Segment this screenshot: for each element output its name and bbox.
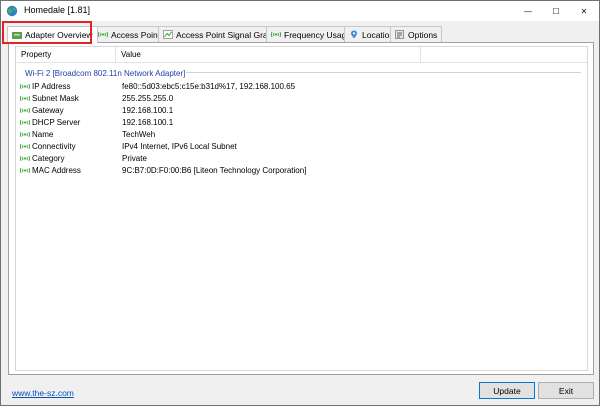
tab-label: Options <box>408 29 438 40</box>
property-value: Private <box>122 153 147 163</box>
property-value: 192.168.100.1 <box>122 117 174 127</box>
property-value: IPv4 Internet, IPv6 Local Subnet <box>122 141 237 151</box>
table-row[interactable]: Gateway 192.168.100.1 <box>16 104 587 116</box>
adapter-group-label: Wi-Fi 2 [Broadcom 802.11n Network Adapte… <box>25 68 186 78</box>
tab-label: Frequency Usage <box>284 29 352 40</box>
column-header-value[interactable]: Value <box>116 47 421 63</box>
signal-icon <box>20 143 30 149</box>
property-name: Gateway <box>32 105 64 115</box>
title-bar[interactable]: Homedale [1.81] — ☐ ✕ <box>1 1 599 21</box>
table-row[interactable]: MAC Address 9C:B7:0D:F0:00:B6 [Liteon Te… <box>16 164 587 176</box>
property-value: fe80::5d03:ebc5:c15e:b31d%17, 192.168.10… <box>122 81 296 91</box>
property-value: 9C:B7:0D:F0:00:B6 [Liteon Technology Cor… <box>122 165 307 175</box>
minimize-icon: — <box>524 6 532 16</box>
property-grid[interactable]: Property Value Wi-Fi 2 [Broadcom 802.11n… <box>15 46 588 371</box>
app-globe-icon <box>6 5 18 17</box>
signal-icon <box>98 31 108 38</box>
tab-label: Access Point Signal Graph <box>176 29 278 40</box>
property-name: IP Address <box>32 81 71 91</box>
maximize-icon: ☐ <box>552 6 560 16</box>
window-title: Homedale [1.81] <box>24 5 91 15</box>
table-row[interactable]: DHCP Server 192.168.100.1 <box>16 116 587 128</box>
property-name: DHCP Server <box>32 117 81 127</box>
column-header-empty <box>421 47 587 63</box>
graph-icon <box>163 30 173 39</box>
table-row[interactable]: Connectivity IPv4 Internet, IPv6 Local S… <box>16 140 587 152</box>
group-divider <box>186 72 581 73</box>
table-row[interactable]: IP Address fe80::5d03:ebc5:c15e:b31d%17,… <box>16 80 587 92</box>
signal-icon <box>20 119 30 125</box>
website-link[interactable]: www.the-sz.com <box>12 388 74 398</box>
tab-access-point-signal-graph[interactable]: Access Point Signal Graph <box>158 26 283 42</box>
table-row[interactable]: Subnet Mask 255.255.255.0 <box>16 92 587 104</box>
property-name: MAC Address <box>32 165 81 175</box>
close-button[interactable]: ✕ <box>570 1 598 21</box>
signal-icon <box>20 107 30 113</box>
adapter-overview-panel: Property Value Wi-Fi 2 [Broadcom 802.11n… <box>8 42 594 375</box>
tab-strip: Adapter Overview Access Points Access Po… <box>7 26 593 43</box>
exit-button[interactable]: Exit <box>538 382 594 399</box>
signal-icon <box>20 95 30 101</box>
location-pin-icon <box>351 30 357 39</box>
update-button[interactable]: Update <box>479 382 535 399</box>
adapter-icon <box>12 31 22 39</box>
app-window: Homedale [1.81] — ☐ ✕ Adapter Overview A… <box>0 0 600 406</box>
property-value: TechWeh <box>122 129 156 139</box>
tab-label: Access Points <box>111 29 165 40</box>
close-icon: ✕ <box>580 6 588 16</box>
options-icon <box>395 30 404 39</box>
table-row[interactable]: Name TechWeh <box>16 128 587 140</box>
property-name: Name <box>32 129 54 139</box>
property-name: Category <box>32 153 65 163</box>
property-value: 192.168.100.1 <box>122 105 174 115</box>
tab-adapter-overview[interactable]: Adapter Overview <box>7 26 98 43</box>
property-name: Connectivity <box>32 141 76 151</box>
maximize-button[interactable]: ☐ <box>542 1 570 21</box>
minimize-button[interactable]: — <box>514 1 542 21</box>
signal-icon <box>20 131 30 137</box>
signal-icon <box>271 31 281 38</box>
signal-icon <box>20 83 30 89</box>
table-row[interactable]: Category Private <box>16 152 587 164</box>
tab-frequency-usage[interactable]: Frequency Usage <box>266 26 357 42</box>
signal-icon <box>20 167 30 173</box>
property-name: Subnet Mask <box>32 93 79 103</box>
column-header-property[interactable]: Property <box>16 47 116 63</box>
property-value: 255.255.255.0 <box>122 93 174 103</box>
tab-label: Adapter Overview <box>25 30 93 40</box>
signal-icon <box>20 155 30 161</box>
tab-options[interactable]: Options <box>390 26 443 42</box>
adapter-group-header[interactable]: Wi-Fi 2 [Broadcom 802.11n Network Adapte… <box>25 67 581 79</box>
